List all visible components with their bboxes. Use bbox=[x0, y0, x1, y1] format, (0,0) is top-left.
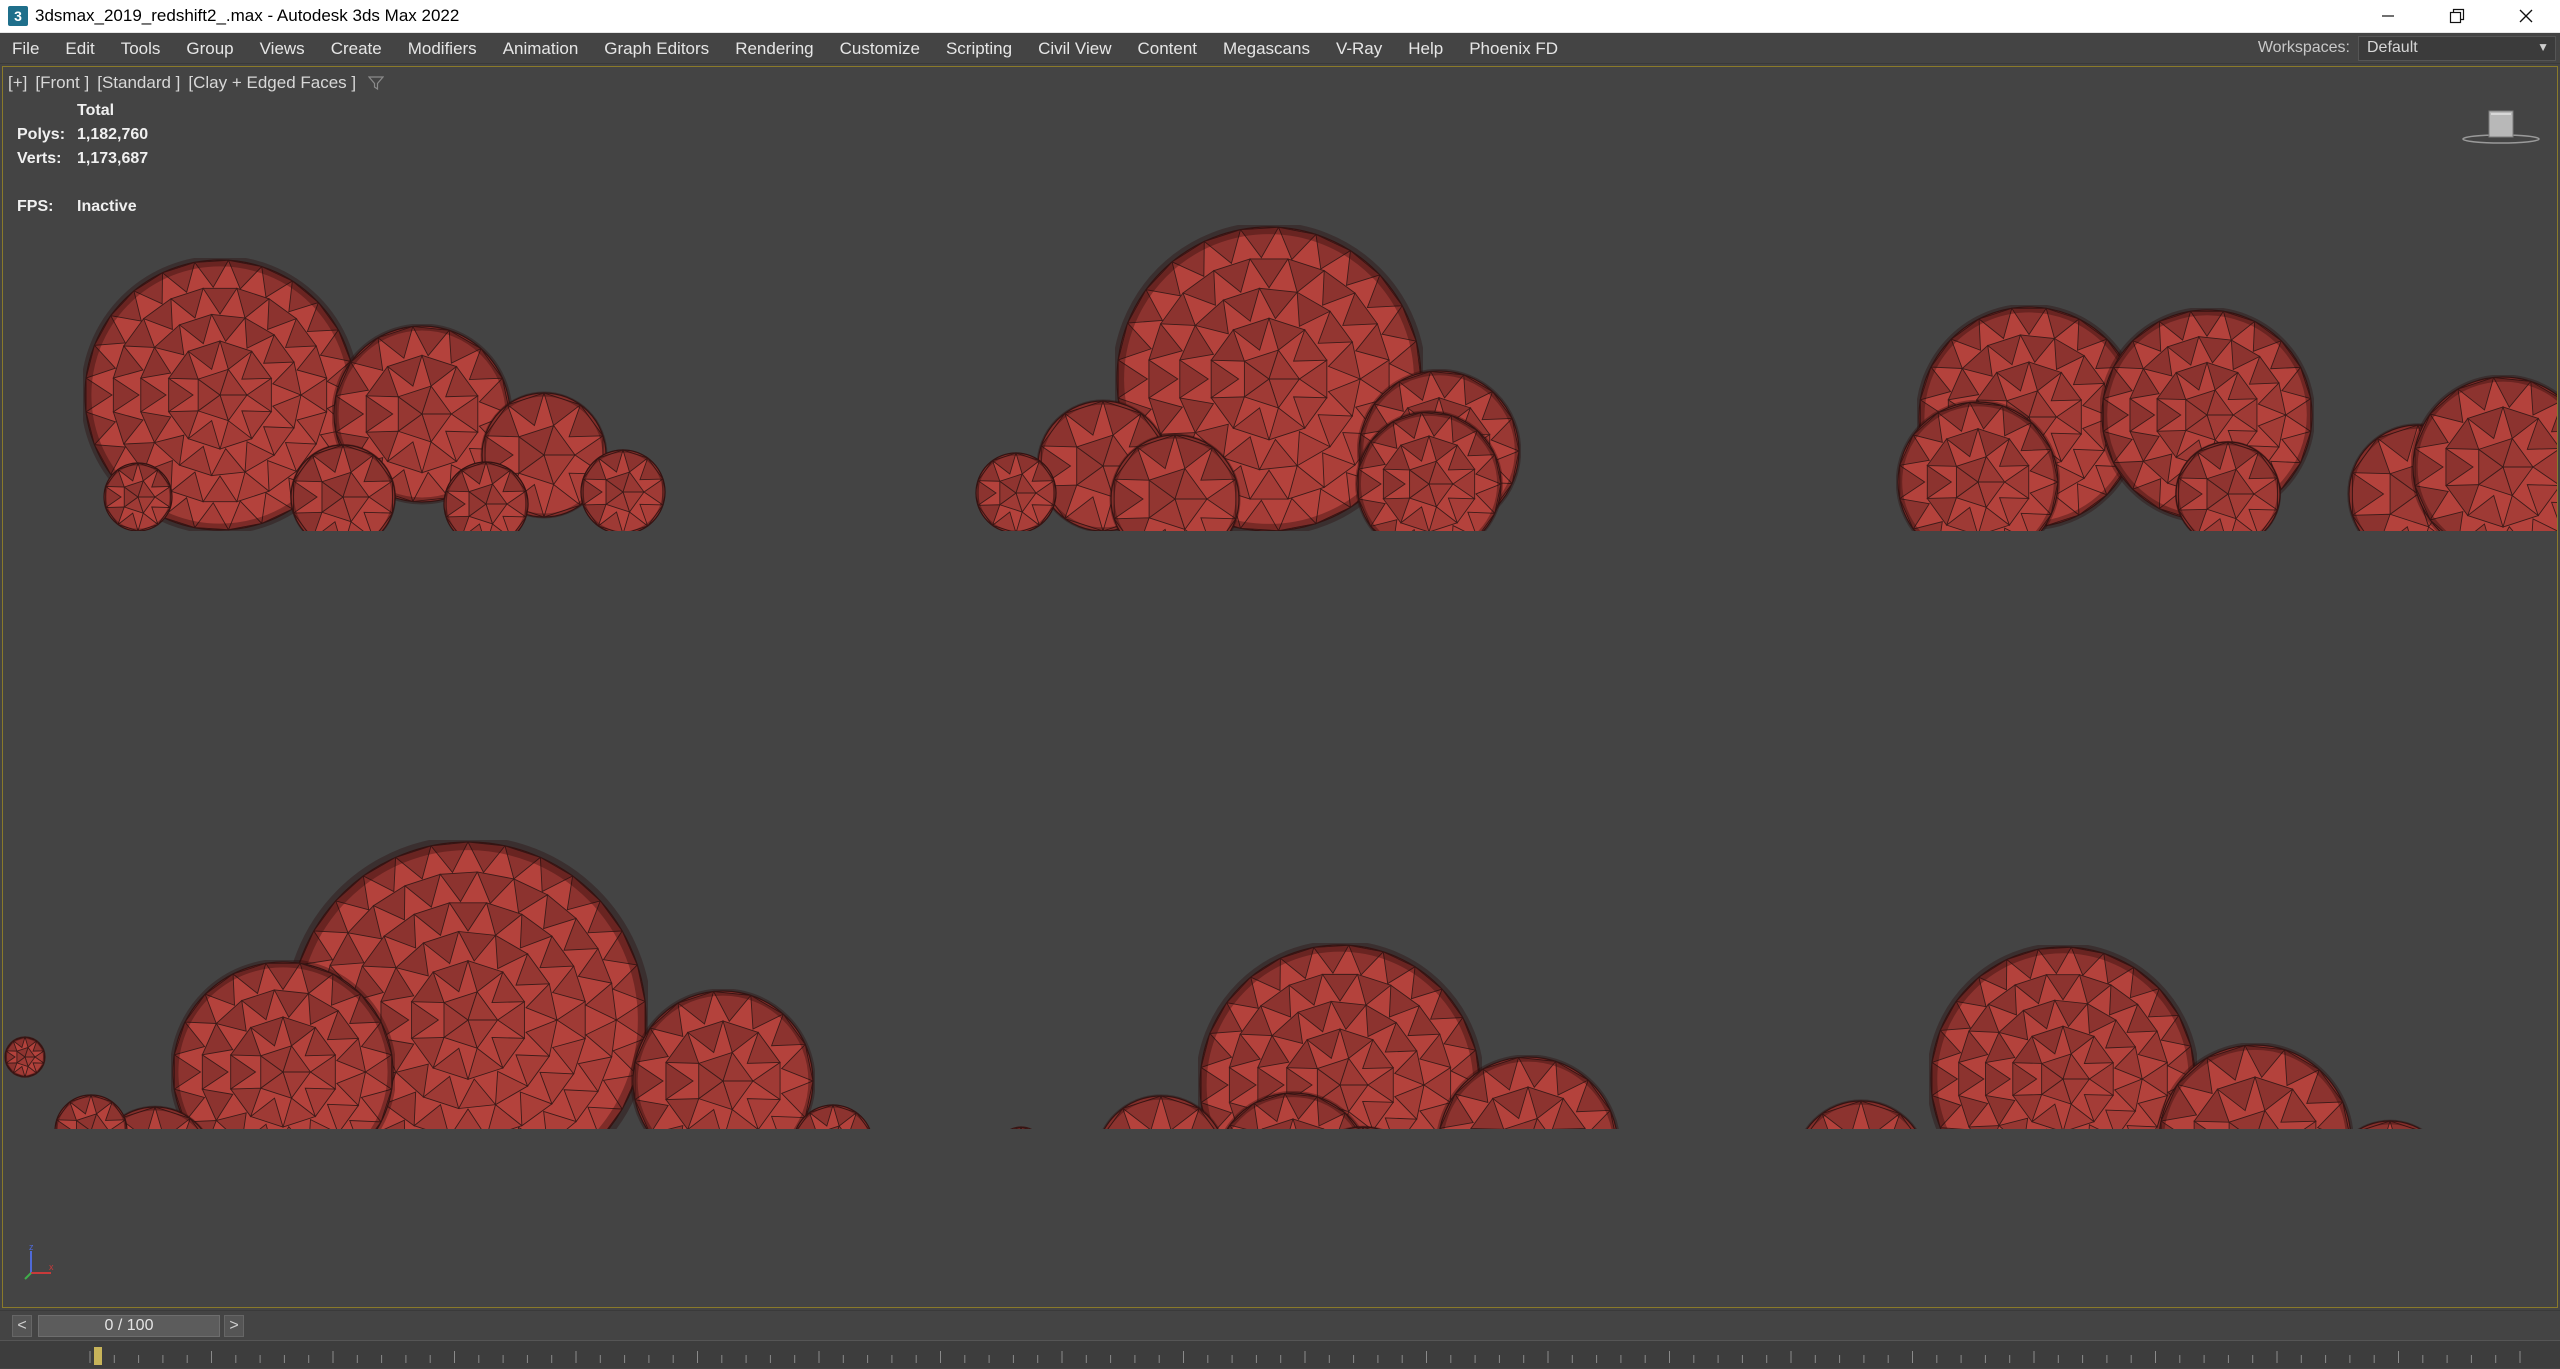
restore-button[interactable] bbox=[2422, 0, 2491, 33]
title-bar: 3 3dsmax_2019_redshift2_.max - Autodesk … bbox=[0, 0, 2560, 33]
geosphere-object[interactable] bbox=[103, 462, 173, 531]
scene-canvas[interactable] bbox=[3, 67, 2558, 1308]
viewport-point-of-view[interactable]: [Front ] bbox=[35, 73, 89, 93]
svg-text:x: x bbox=[49, 1262, 54, 1272]
viewcube-icon[interactable] bbox=[2461, 107, 2541, 147]
geosphere-object[interactable] bbox=[54, 1094, 128, 1167]
svg-text:z: z bbox=[29, 1243, 34, 1252]
close-button[interactable] bbox=[2491, 0, 2560, 33]
track-bar[interactable] bbox=[0, 1340, 2560, 1368]
next-frame-button[interactable]: > bbox=[224, 1315, 244, 1337]
geosphere-object[interactable] bbox=[2174, 440, 2282, 546]
menu-modifiers[interactable]: Modifiers bbox=[395, 33, 490, 64]
menu-scripting[interactable]: Scripting bbox=[933, 33, 1025, 64]
geosphere-object[interactable] bbox=[975, 452, 1057, 533]
minimize-button[interactable] bbox=[2353, 0, 2422, 33]
workspaces-label: Workspaces: bbox=[2257, 39, 2350, 56]
geosphere-object[interactable] bbox=[2330, 1119, 2450, 1241]
geosphere-object[interactable] bbox=[1355, 410, 1503, 556]
geosphere-object[interactable] bbox=[1795, 1099, 1927, 1233]
previous-frame-button[interactable]: < bbox=[12, 1315, 32, 1337]
menu-edit[interactable]: Edit bbox=[52, 33, 107, 64]
menu-megascans[interactable]: Megascans bbox=[1210, 33, 1323, 64]
front-viewport[interactable]: [+] [Front ] [Standard ] [Clay + Edged F… bbox=[2, 66, 2558, 1308]
geosphere-object[interactable] bbox=[793, 1104, 873, 1185]
chevron-down-icon: ▼ bbox=[2537, 39, 2549, 54]
menu-graph-editors[interactable]: Graph Editors bbox=[591, 33, 722, 64]
menu-customize[interactable]: Customize bbox=[827, 33, 933, 64]
viewport-statistics: Total Polys: 1,182,760 Verts: 1,173,687 FP… bbox=[17, 99, 148, 219]
menu-rendering[interactable]: Rendering bbox=[722, 33, 826, 64]
geosphere-object[interactable] bbox=[1198, 943, 1482, 1225]
menu-bar: File Edit Tools Group Views Create Modif… bbox=[0, 33, 2560, 64]
menu-animation[interactable]: Animation bbox=[490, 33, 592, 64]
geosphere-object[interactable] bbox=[1987, 1137, 2099, 1249]
geosphere-object[interactable] bbox=[1303, 1125, 1423, 1247]
menu-help[interactable]: Help bbox=[1395, 33, 1456, 64]
geosphere-object[interactable] bbox=[1451, 1131, 1547, 1227]
menu-vray[interactable]: V-Ray bbox=[1323, 33, 1395, 64]
verts-value: 1,173,687 bbox=[77, 150, 149, 167]
geosphere-object[interactable] bbox=[631, 989, 815, 1171]
menu-views[interactable]: Views bbox=[247, 33, 318, 64]
geosphere-object[interactable] bbox=[580, 449, 666, 534]
workspaces-value: Default bbox=[2367, 39, 2418, 56]
menu-create[interactable]: Create bbox=[318, 33, 395, 64]
geosphere-object[interactable] bbox=[1588, 1159, 1648, 1219]
viewport-menu-plus[interactable]: [+] bbox=[8, 73, 27, 93]
window-title: 3dsmax_2019_redshift2_.max - Autodesk 3d… bbox=[35, 6, 460, 25]
time-slider[interactable]: 0 / 100 bbox=[38, 1315, 220, 1337]
viewport-shading-mode[interactable]: [Clay + Edged Faces ] bbox=[188, 73, 356, 93]
time-indicator bbox=[94, 1347, 102, 1365]
app-icon[interactable]: 3 bbox=[8, 6, 28, 26]
menu-tools[interactable]: Tools bbox=[108, 33, 174, 64]
stats-header: Total bbox=[77, 102, 115, 119]
viewport-standard-mode[interactable]: [Standard ] bbox=[97, 73, 180, 93]
menu-group[interactable]: Group bbox=[173, 33, 246, 64]
geosphere-object[interactable] bbox=[171, 960, 395, 1182]
viewport-label: [+] [Front ] [Standard ] [Clay + Edged F… bbox=[8, 73, 385, 93]
menu-phoenix-fd[interactable]: Phoenix FD bbox=[1456, 33, 1571, 64]
geosphere-object[interactable] bbox=[289, 443, 397, 549]
geosphere-object[interactable] bbox=[1929, 945, 2197, 1211]
menu-file[interactable]: File bbox=[0, 33, 52, 64]
geosphere-object[interactable] bbox=[1437, 1055, 1619, 1237]
geosphere-object[interactable] bbox=[1109, 433, 1241, 563]
menu-content[interactable]: Content bbox=[1124, 33, 1210, 64]
geosphere-object[interactable] bbox=[1215, 1091, 1371, 1249]
polys-label: Polys: bbox=[17, 126, 66, 143]
filter-icon[interactable] bbox=[368, 75, 385, 91]
time-slider-bar: < 0 / 100 > bbox=[0, 1310, 2560, 1340]
geosphere-object[interactable] bbox=[997, 1126, 1045, 1175]
workspaces: Workspaces: Default ▼ bbox=[2258, 33, 2560, 64]
geosphere-object[interactable] bbox=[443, 461, 529, 546]
axis-tripod-icon: z x bbox=[24, 1243, 54, 1280]
geosphere-object[interactable] bbox=[4, 1036, 46, 1078]
close-icon bbox=[2519, 9, 2532, 23]
fps-label: FPS: bbox=[17, 198, 54, 215]
geosphere-object[interactable] bbox=[1150, 1151, 1222, 1223]
restore-icon bbox=[2449, 8, 2464, 24]
geosphere-object[interactable] bbox=[1042, 1142, 1132, 1232]
workspaces-dropdown[interactable]: Default ▼ bbox=[2358, 35, 2556, 61]
geosphere-object[interactable] bbox=[2157, 1043, 2353, 1237]
menu-civil-view[interactable]: Civil View bbox=[1025, 33, 1124, 64]
track-bar-ticks bbox=[89, 1347, 2521, 1365]
verts-label: Verts: bbox=[17, 150, 62, 167]
minimize-icon bbox=[2381, 15, 2394, 17]
geosphere-object[interactable] bbox=[1096, 1094, 1226, 1226]
fps-value: Inactive bbox=[77, 198, 137, 215]
geosphere-object[interactable] bbox=[1896, 400, 2060, 562]
window-controls bbox=[2353, 0, 2560, 33]
geosphere-object[interactable] bbox=[1736, 1152, 1810, 1226]
polys-value: 1,182,760 bbox=[77, 126, 149, 143]
